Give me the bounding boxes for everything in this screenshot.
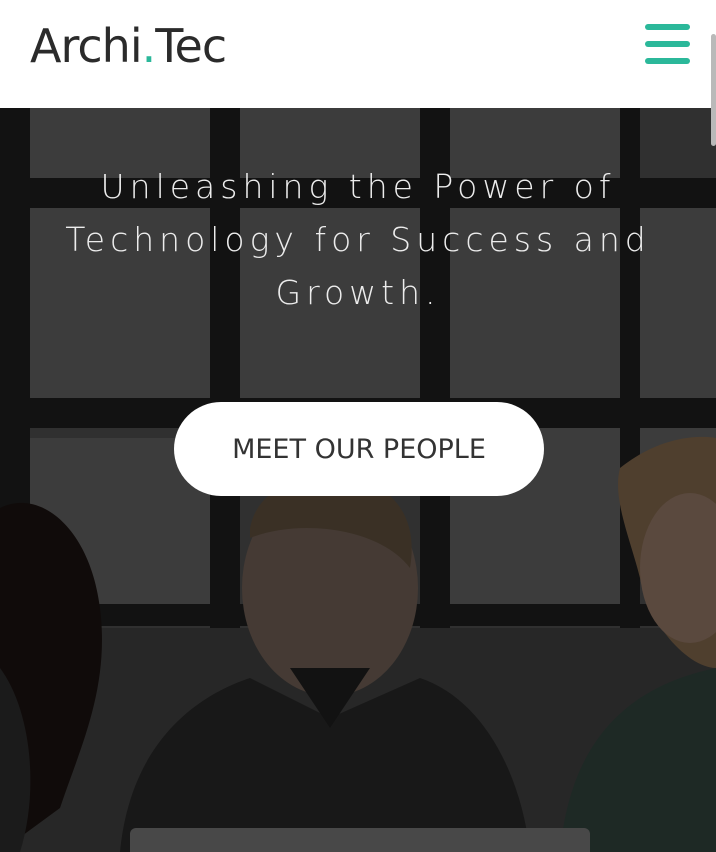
logo-main: Archi bbox=[30, 19, 143, 73]
site-header: Archi.Tec bbox=[0, 0, 716, 108]
hero-tagline: Unleashing the Power of Technology for S… bbox=[65, 167, 651, 312]
hero-section: Unleashing the Power of Technology for S… bbox=[0, 108, 716, 852]
meet-our-people-button[interactable]: MEET OUR PEOPLE bbox=[174, 402, 544, 496]
logo-suffix: Tec bbox=[155, 19, 227, 73]
logo-dot: . bbox=[141, 19, 157, 73]
logo[interactable]: Archi.Tec bbox=[30, 16, 227, 76]
hamburger-menu-icon[interactable] bbox=[645, 24, 690, 64]
menu-bar-top bbox=[645, 24, 690, 30]
menu-bar-middle bbox=[645, 41, 690, 47]
menu-bar-bottom bbox=[645, 58, 690, 64]
scrollbar-thumb[interactable] bbox=[711, 34, 716, 146]
